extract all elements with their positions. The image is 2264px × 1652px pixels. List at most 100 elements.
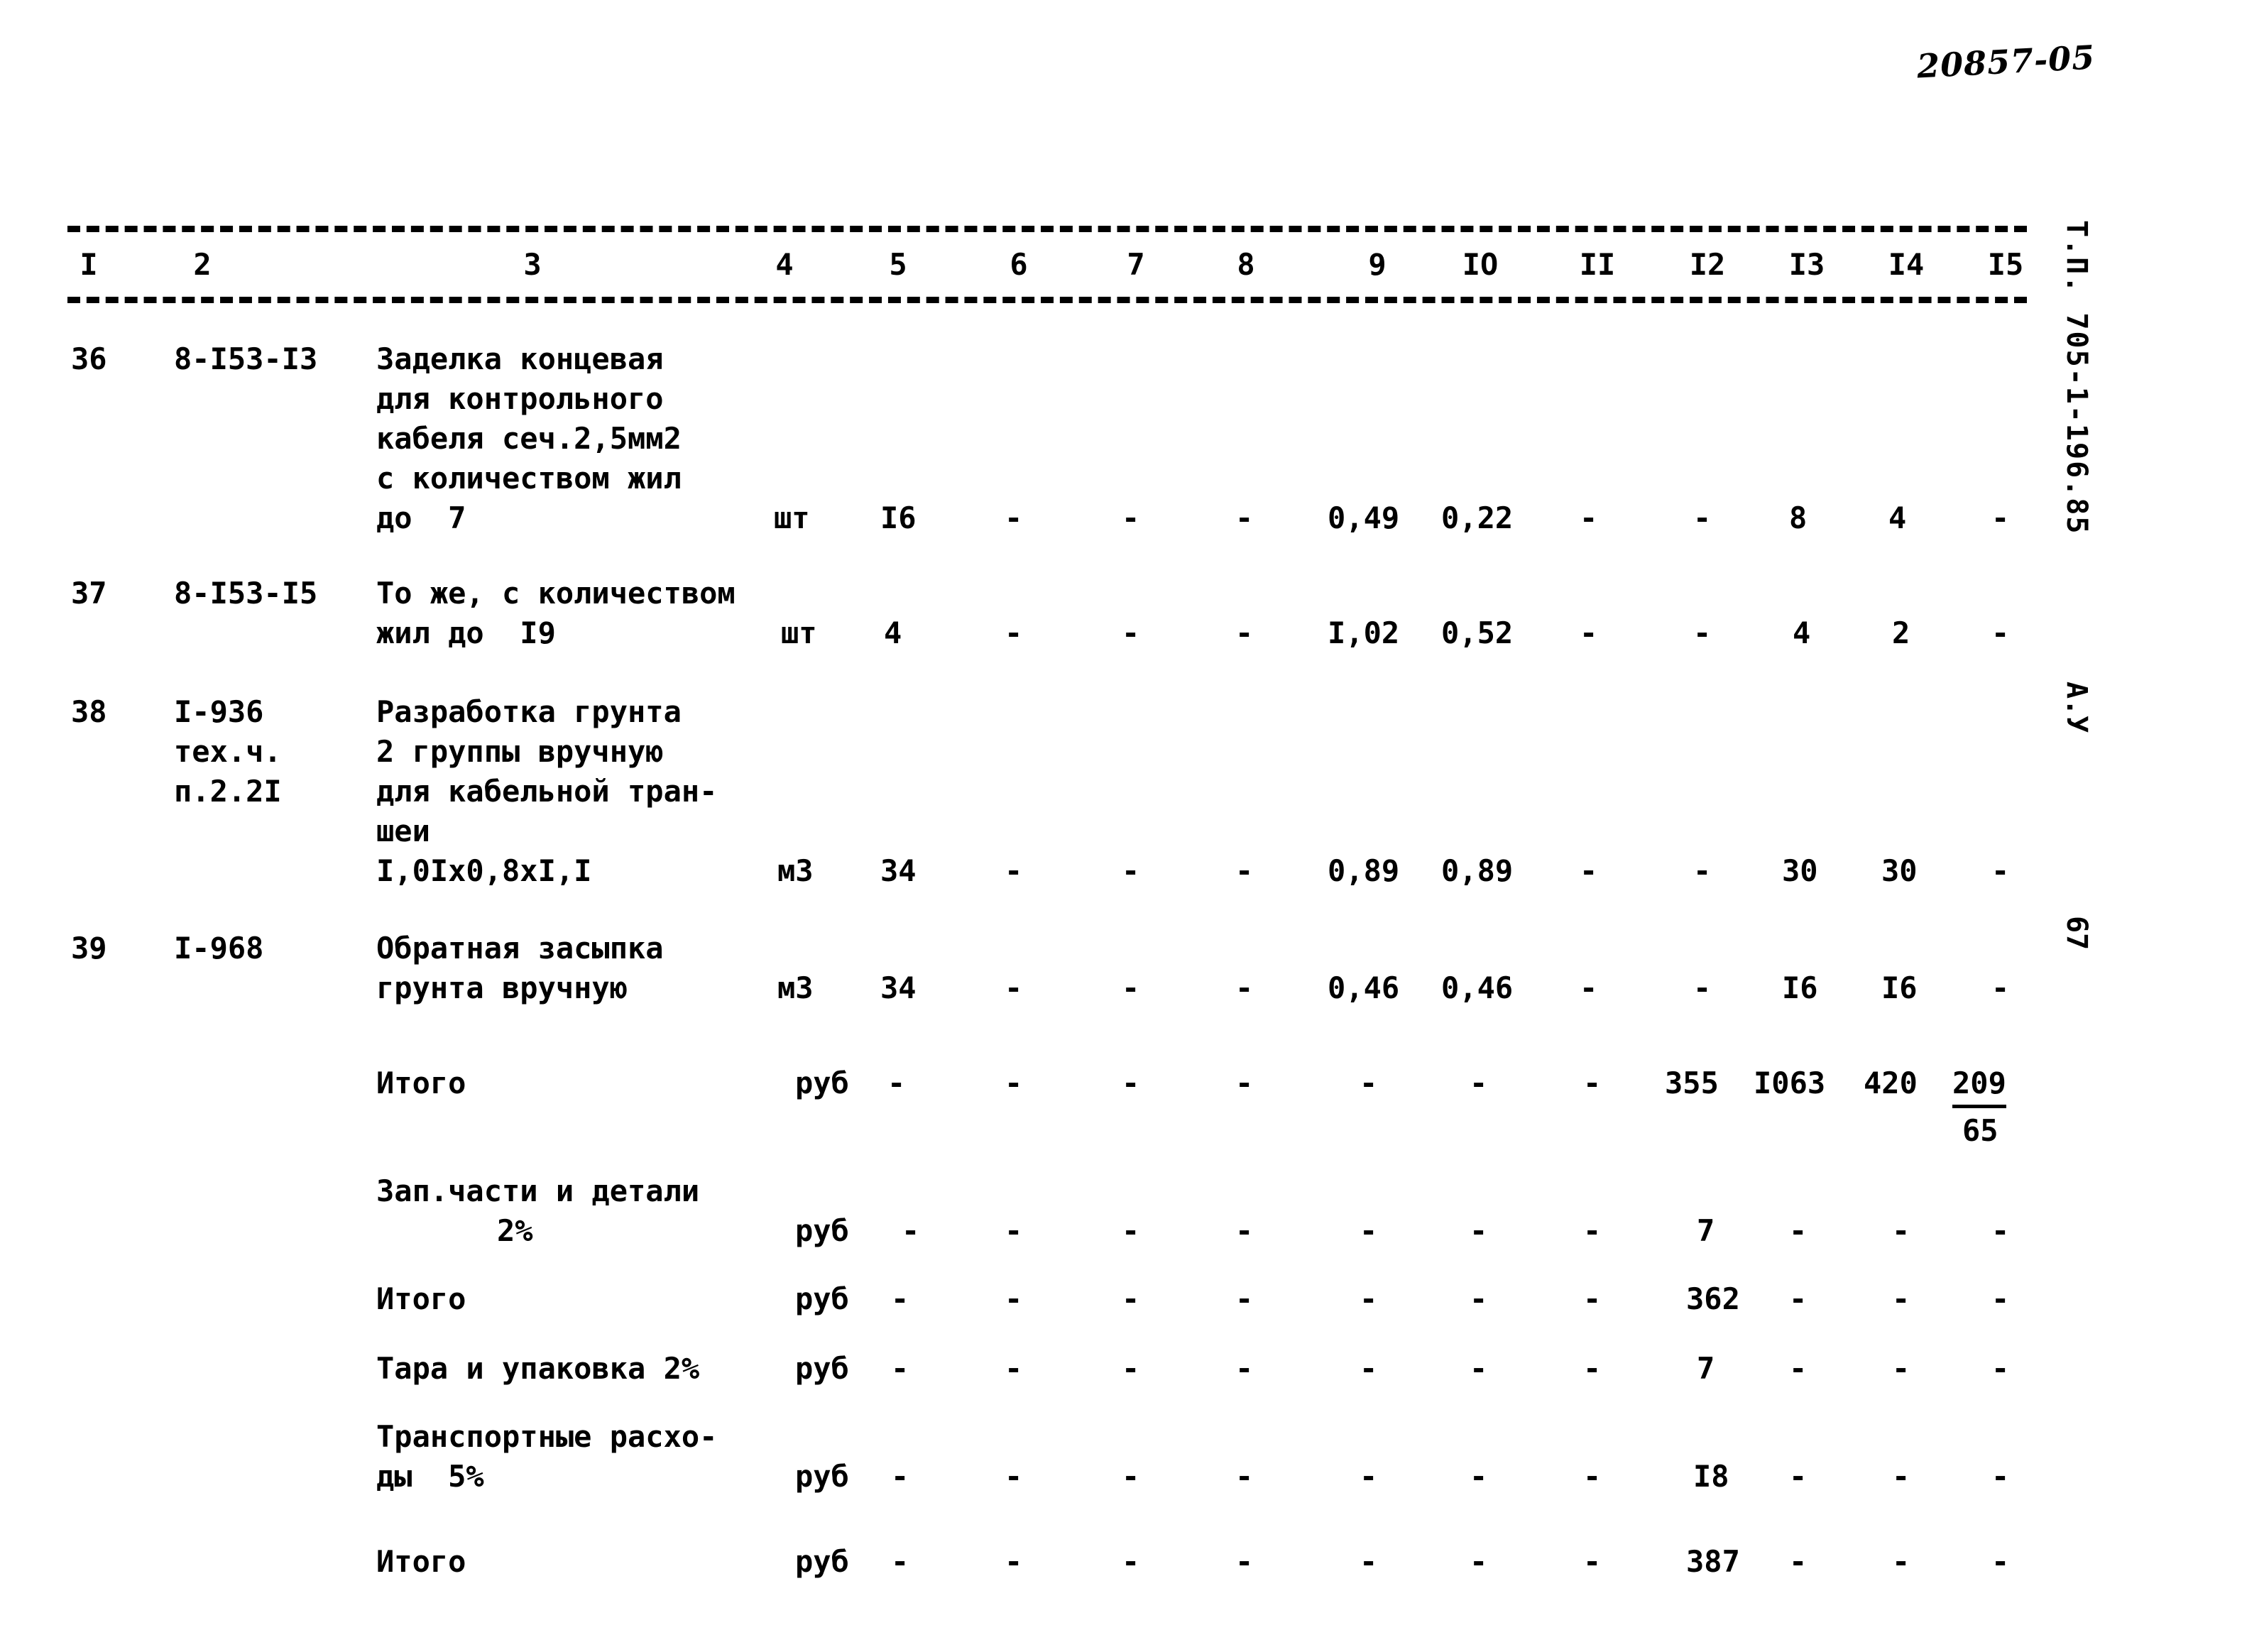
summary-col5: - xyxy=(902,1213,920,1248)
summary-unit: руб xyxy=(795,1066,849,1100)
row-quantity: 34 xyxy=(880,853,917,888)
summary-col12: 355 xyxy=(1665,1066,1719,1100)
summary-col15-numerator: 209 xyxy=(1952,1063,2006,1108)
row-description-line: То же, с количеством xyxy=(376,576,735,611)
row-quantity: I6 xyxy=(880,500,917,535)
row-col11: - xyxy=(1580,500,1598,535)
row-col8: - xyxy=(1235,853,1254,888)
column-header-8: 8 xyxy=(1237,247,1255,282)
row-col13: I6 xyxy=(1782,970,1818,1005)
row-col6: - xyxy=(1005,970,1023,1005)
summary-col7: - xyxy=(1122,1544,1140,1579)
summary-col8: - xyxy=(1235,1066,1254,1100)
row-col7: - xyxy=(1122,500,1140,535)
summary-col13: I063 xyxy=(1754,1066,1826,1100)
row-unit: шт xyxy=(781,616,817,650)
row-col15: - xyxy=(1991,853,2010,888)
row-code: I-968 xyxy=(174,931,264,966)
summary-unit: руб xyxy=(795,1351,849,1386)
summary-col6: - xyxy=(1005,1213,1023,1248)
summary-col13: - xyxy=(1789,1459,1808,1494)
summary-col11: - xyxy=(1583,1459,1602,1494)
summary-col14: - xyxy=(1892,1213,1910,1248)
row-col11: - xyxy=(1580,970,1598,1005)
summary-col11: - xyxy=(1583,1351,1602,1386)
row-col10: 0,52 xyxy=(1441,616,1514,650)
summary-label-percent: 2% xyxy=(497,1213,533,1248)
summary-col14: - xyxy=(1892,1459,1910,1494)
row-description-line: Обратная засыпка xyxy=(376,931,664,966)
row-col8: - xyxy=(1235,970,1254,1005)
summary-col13: - xyxy=(1789,1213,1808,1248)
row-col7: - xyxy=(1122,970,1140,1005)
row-col11: - xyxy=(1580,616,1598,650)
row-description-line: шеи xyxy=(376,814,430,848)
column-header-14: I4 xyxy=(1888,247,1925,282)
row-unit: м3 xyxy=(777,970,814,1005)
row-col8: - xyxy=(1235,500,1254,535)
summary-label: Транспортные расхо- xyxy=(376,1419,718,1454)
row-col15: - xyxy=(1991,616,2010,650)
summary-col9: - xyxy=(1360,1066,1378,1100)
summary-col14: - xyxy=(1892,1544,1910,1579)
row-description-line: жил до I9 xyxy=(376,616,556,650)
summary-col12: 362 xyxy=(1686,1281,1740,1316)
summary-col8: - xyxy=(1235,1213,1254,1248)
row-col7: - xyxy=(1122,853,1140,888)
summary-unit: руб xyxy=(795,1281,849,1316)
summary-col12: I8 xyxy=(1693,1459,1729,1494)
row-code: п.2.2I xyxy=(174,774,282,809)
row-code: тех.ч. xyxy=(174,734,282,769)
row-col12: - xyxy=(1693,500,1712,535)
summary-col13: - xyxy=(1789,1351,1808,1386)
column-header-3: 3 xyxy=(523,247,542,282)
row-description-line: I,0Iх0,8хI,I xyxy=(376,853,592,888)
summary-col7: - xyxy=(1122,1281,1140,1316)
row-col9: 0,89 xyxy=(1328,853,1400,888)
row-col13: 30 xyxy=(1782,853,1818,888)
summary-col10: - xyxy=(1470,1459,1488,1494)
row-col10: 0,46 xyxy=(1441,970,1514,1005)
row-col6: - xyxy=(1005,616,1023,650)
estimate-table: I 2 3 4 5 6 7 8 9 IO II I2 I3 I4 I5 36 8… xyxy=(0,0,2264,1652)
summary-col5: - xyxy=(891,1459,909,1494)
row-col6: - xyxy=(1005,853,1023,888)
summary-col8: - xyxy=(1235,1459,1254,1494)
summary-col5: - xyxy=(891,1351,909,1386)
column-header-4: 4 xyxy=(775,247,794,282)
summary-col6: - xyxy=(1005,1066,1023,1100)
summary-col9: - xyxy=(1360,1544,1378,1579)
column-header-1: I xyxy=(80,247,98,282)
row-description-line: для контрольного xyxy=(376,381,664,416)
table-row: 37 xyxy=(71,576,107,611)
summary-col15: - xyxy=(1991,1281,2010,1316)
table-row: 39 xyxy=(71,931,107,966)
row-description-line: грунта вручную xyxy=(376,970,628,1005)
summary-col15: - xyxy=(1991,1459,2010,1494)
summary-col9: - xyxy=(1360,1351,1378,1386)
summary-col12: 7 xyxy=(1697,1351,1715,1386)
summary-col10: - xyxy=(1470,1066,1488,1100)
row-col9: 0,46 xyxy=(1328,970,1400,1005)
row-col14: 4 xyxy=(1888,500,1907,535)
table-row: 36 xyxy=(71,341,107,376)
table-row: 38 xyxy=(71,694,107,729)
summary-col6: - xyxy=(1005,1459,1023,1494)
column-header-5: 5 xyxy=(889,247,907,282)
column-header-15: I5 xyxy=(1987,247,2024,282)
column-header-12: I2 xyxy=(1689,247,1726,282)
table-header-divider xyxy=(67,297,2027,303)
column-header-2: 2 xyxy=(193,247,212,282)
summary-col7: - xyxy=(1122,1351,1140,1386)
summary-col15: - xyxy=(1991,1544,2010,1579)
row-col13: 8 xyxy=(1789,500,1808,535)
summary-col14: 420 xyxy=(1864,1066,1918,1100)
summary-col15: - xyxy=(1991,1213,2010,1248)
row-col6: - xyxy=(1005,500,1023,535)
row-col13: 4 xyxy=(1793,616,1811,650)
row-code: I-936 xyxy=(174,694,264,729)
summary-col7: - xyxy=(1122,1213,1140,1248)
summary-col11: - xyxy=(1583,1281,1602,1316)
row-description-line: кабеля сеч.2,5мм2 xyxy=(376,421,682,456)
summary-col8: - xyxy=(1235,1351,1254,1386)
